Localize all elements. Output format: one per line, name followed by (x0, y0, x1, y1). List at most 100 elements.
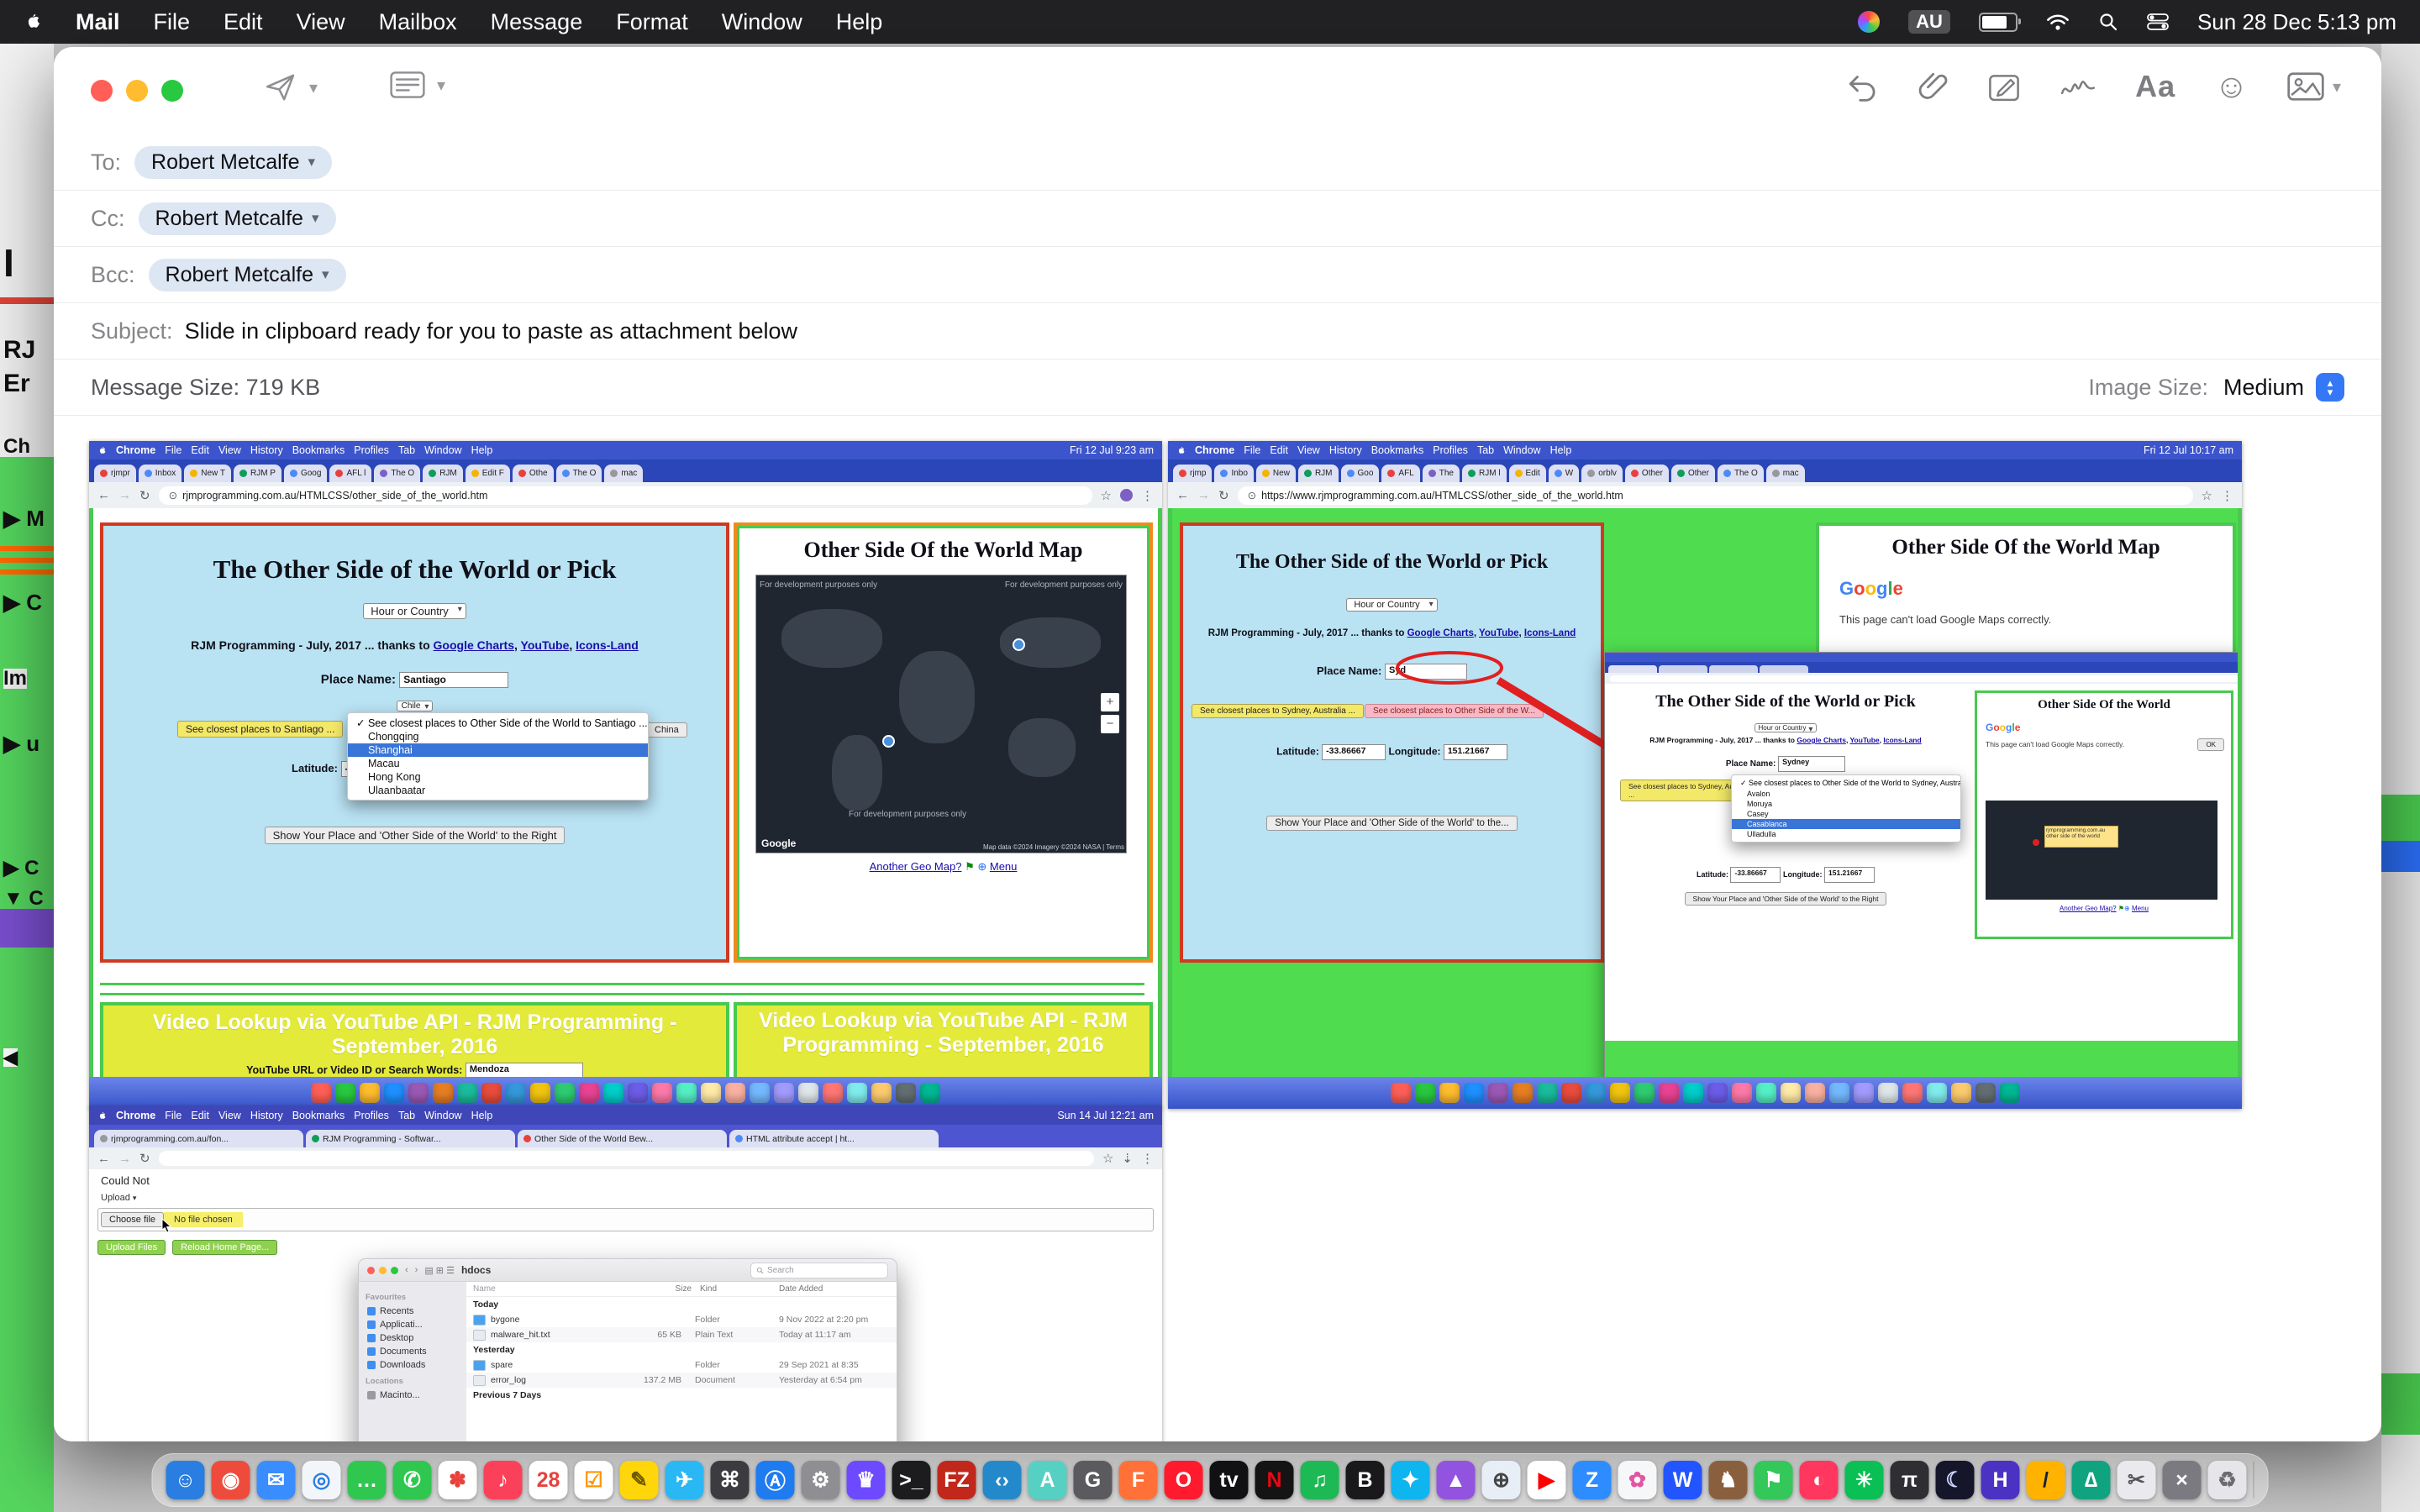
menu-item[interactable]: Format (616, 9, 688, 35)
dock-app-icon[interactable]: tv (1210, 1461, 1249, 1499)
dock-app-icon[interactable]: ✽ (439, 1461, 477, 1499)
bcc-recipient-token[interactable]: Robert Metcalfe ▾ (149, 259, 346, 291)
dock-app-icon[interactable]: ✎ (620, 1461, 659, 1499)
bcc-field-row[interactable]: Bcc: Robert Metcalfe ▾ (54, 247, 2381, 303)
wifi-icon[interactable] (2046, 13, 2070, 31)
dock-app-icon[interactable]: ▲ (1437, 1461, 1476, 1499)
attachment-image-3[interactable]: Chrome FileEditViewHistoryBookmarksProfi… (89, 1106, 1162, 1441)
dock-app-icon[interactable]: × (2163, 1461, 2202, 1499)
embedded-menu-item: Profiles (354, 444, 389, 456)
attachment-image-1[interactable]: Chrome FileEditViewHistoryBookmarksProfi… (89, 441, 1162, 1109)
dock-app-icon[interactable]: ◎ (302, 1461, 341, 1499)
back-icon: ← (1176, 488, 1189, 502)
dock-app-icon[interactable]: ⊕ (1482, 1461, 1521, 1499)
dock-app-icon[interactable]: … (348, 1461, 387, 1499)
dock-app-icon[interactable]: F (1119, 1461, 1158, 1499)
meta-row: Message Size: 719 KB Image Size: Medium … (54, 360, 2381, 416)
image-size-popup-button[interactable]: ▴▾ (2316, 373, 2344, 402)
token-chevron-icon[interactable]: ▾ (312, 210, 319, 227)
menu-app-name[interactable]: Mail (76, 9, 120, 35)
dock-app-icon[interactable]: ♛ (847, 1461, 886, 1499)
dock-app-icon[interactable]: ♻ (2208, 1461, 2247, 1499)
dock-app-icon[interactable]: ◐ (1800, 1461, 1839, 1499)
attachment-image-2[interactable]: Chrome FileEditViewHistoryBookmarksProfi… (1168, 441, 2242, 1109)
minimize-button[interactable] (126, 80, 148, 102)
dock-app-icon[interactable]: W (1664, 1461, 1702, 1499)
header-fields-button[interactable]: ▾ (390, 71, 445, 99)
zoom-button[interactable] (161, 80, 183, 102)
signature-icon[interactable] (2060, 71, 2096, 102)
subject-field-row[interactable]: Subject: Slide in clipboard ready for yo… (54, 303, 2381, 360)
dock-app-icon[interactable]: >_ (892, 1461, 931, 1499)
menu-item[interactable]: View (297, 9, 345, 35)
to-recipient-token[interactable]: Robert Metcalfe ▾ (134, 146, 332, 179)
dock-app-icon[interactable]: ☑ (575, 1461, 613, 1499)
to-field-row[interactable]: To: Robert Metcalfe ▾ (54, 134, 2381, 191)
dock-app-icon[interactable]: Ⓐ (756, 1461, 795, 1499)
menu-item[interactable]: File (154, 9, 191, 35)
dock-app-icon[interactable]: ✆ (393, 1461, 432, 1499)
dock-app-icon[interactable]: ⚑ (1754, 1461, 1793, 1499)
menu-item[interactable]: Help (836, 9, 883, 35)
dock-app-icon[interactable]: ⚙ (802, 1461, 840, 1499)
dock-app-icon[interactable]: 28 (529, 1461, 568, 1499)
cc-recipient-token[interactable]: Robert Metcalfe ▾ (139, 202, 336, 235)
subject-input[interactable]: Slide in clipboard ready for you to past… (185, 318, 797, 344)
dock-app-icon[interactable]: ‹› (983, 1461, 1022, 1499)
control-center-icon[interactable] (2147, 12, 2169, 32)
dock-app-icon[interactable]: ✂ (2118, 1461, 2156, 1499)
dock-app-icon[interactable]: ✿ (1618, 1461, 1657, 1499)
markup-icon[interactable] (1987, 71, 2021, 102)
dock-app-icon[interactable]: Z (1573, 1461, 1612, 1499)
menu-item[interactable]: Mailbox (379, 9, 457, 35)
menu-item[interactable]: Window (722, 9, 802, 35)
apple-menu-icon[interactable] (24, 11, 42, 33)
undo-icon[interactable] (1846, 71, 1880, 102)
forward-icon: → (1197, 488, 1210, 502)
dock-app-icon[interactable]: ✦ (1392, 1461, 1430, 1499)
dock-app-icon[interactable]: ☾ (1936, 1461, 1975, 1499)
token-chevron-icon[interactable]: ▾ (308, 154, 316, 171)
message-body-editor[interactable]: Chrome FileEditViewHistoryBookmarksProfi… (54, 416, 2381, 1441)
dock-app-icon[interactable]: π (1891, 1461, 1929, 1499)
dock-app-icon[interactable]: / (2027, 1461, 2065, 1499)
send-button[interactable]: ▾ (264, 71, 318, 104)
dock-app-icon[interactable]: ⌘ (711, 1461, 750, 1499)
dock-app-icon[interactable]: FZ (938, 1461, 976, 1499)
dock-app-icon[interactable]: ♪ (484, 1461, 523, 1499)
close-button[interactable] (91, 80, 113, 102)
image-size-value[interactable]: Medium (2223, 375, 2304, 401)
embedded-tab: RJM (1298, 465, 1339, 482)
send-options-chevron-icon[interactable]: ▾ (309, 77, 318, 98)
dock-app-icon[interactable]: H (1981, 1461, 2020, 1499)
battery-icon[interactable] (1979, 13, 2018, 32)
embedded-menu-item: Bookmarks (292, 1110, 345, 1121)
dock-app-icon[interactable]: A (1028, 1461, 1067, 1499)
dock-app-icon[interactable]: G (1074, 1461, 1113, 1499)
dock-app-icon[interactable]: ✉ (257, 1461, 296, 1499)
spotlight-search-icon[interactable] (2098, 12, 2118, 32)
menu-item[interactable]: Edit (224, 9, 263, 35)
dock-app-icon[interactable]: ☺ (166, 1461, 205, 1499)
attach-icon[interactable] (1918, 70, 1949, 103)
menu-item[interactable]: Message (491, 9, 583, 35)
dock-app-icon[interactable]: ◉ (212, 1461, 250, 1499)
dock-app-icon[interactable]: ♞ (1709, 1461, 1748, 1499)
menu-clock[interactable]: Sun 28 Dec 5:13 pm (2197, 9, 2396, 35)
dock-app-icon[interactable]: ∆ (2072, 1461, 2111, 1499)
dock-app-icon[interactable]: ✈ (666, 1461, 704, 1499)
app-status-icon[interactable] (1858, 11, 1880, 33)
format-button[interactable]: Aa (2135, 69, 2175, 104)
dock-app-icon[interactable]: ▶ (1528, 1461, 1566, 1499)
dock-app-icon[interactable]: B (1346, 1461, 1385, 1499)
photo-browser-button[interactable]: ▾ (2287, 71, 2341, 102)
dock-app-icon[interactable]: N (1255, 1461, 1294, 1499)
cc-field-row[interactable]: Cc: Robert Metcalfe ▾ (54, 191, 2381, 247)
dock-app-icon[interactable]: ♫ (1301, 1461, 1339, 1499)
header-fields-chevron-icon[interactable]: ▾ (437, 75, 445, 96)
dock-app-icon[interactable]: ✳ (1845, 1461, 1884, 1499)
emoji-icon[interactable]: ☺ (2214, 70, 2249, 103)
input-source-badge[interactable]: AU (1908, 10, 1950, 34)
token-chevron-icon[interactable]: ▾ (322, 266, 329, 283)
dock-app-icon[interactable]: O (1165, 1461, 1203, 1499)
